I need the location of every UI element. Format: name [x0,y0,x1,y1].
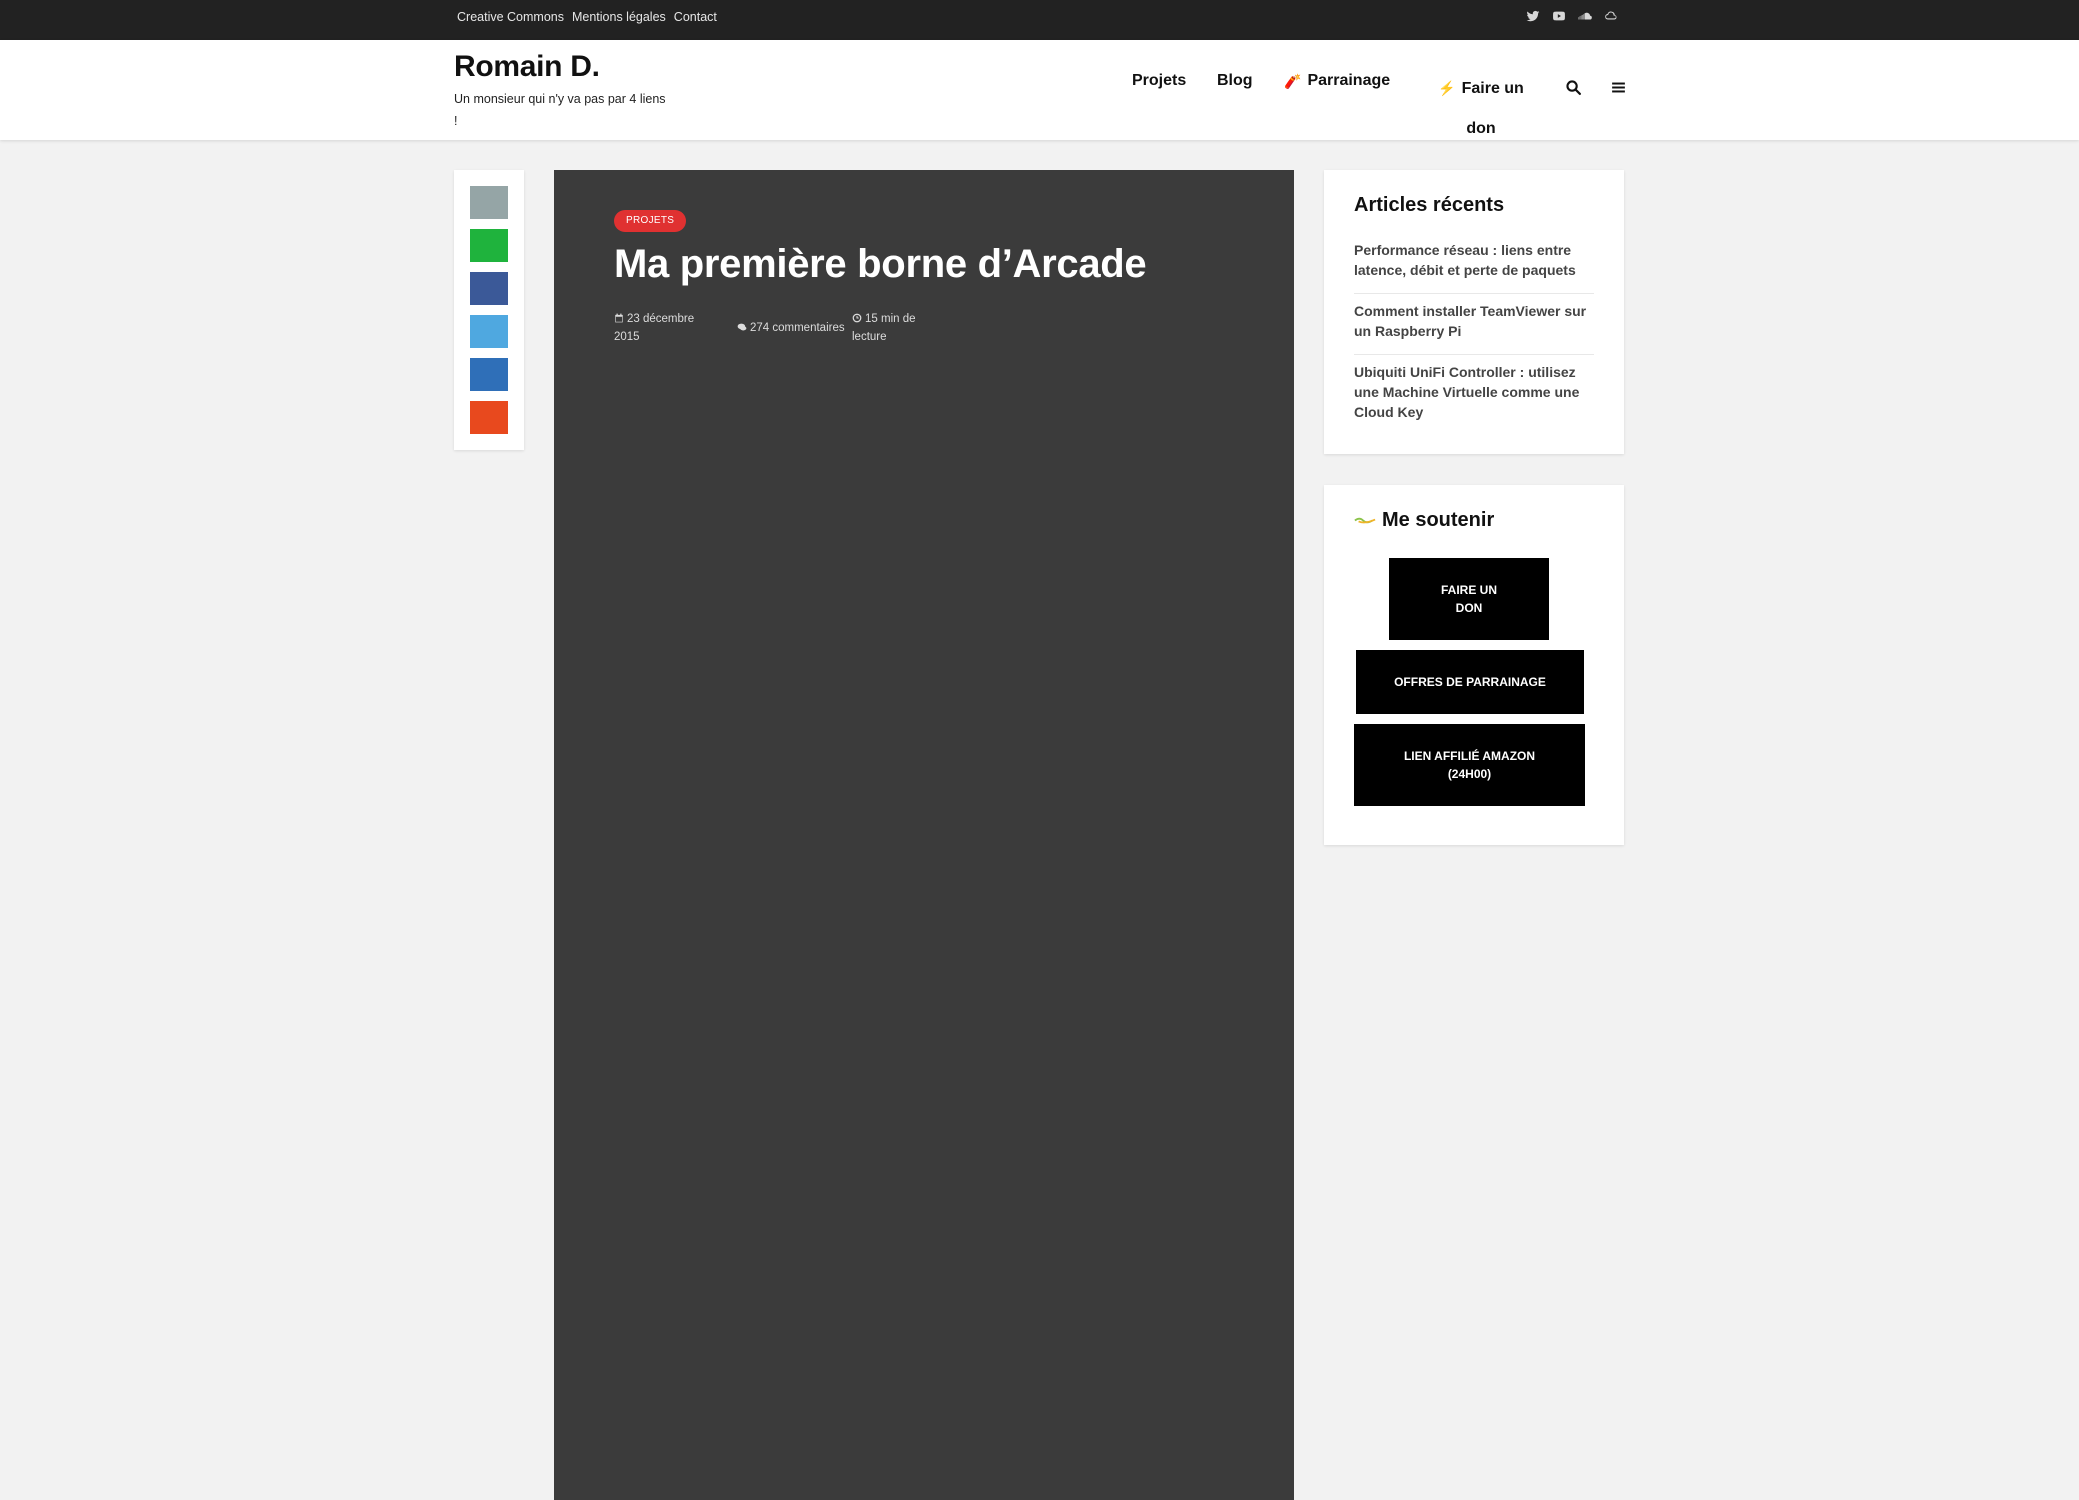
share-bar [454,170,524,450]
donate-button[interactable]: FAIRE UN DON [1389,558,1549,640]
divider [1354,293,1594,294]
social-links [1525,8,1619,24]
nav-don-label: Faire un don [1461,80,1524,137]
nav-projets[interactable]: Projets [1132,72,1186,90]
share-generic-button[interactable] [470,186,508,219]
clock-icon [852,313,862,323]
amazon-affiliate-button[interactable]: LIEN AFFILIÉ AMAZON (24H00) [1354,724,1585,806]
support-title-row: Me soutenir [1354,509,1494,532]
post-date: 23 décembre 2015 [614,310,709,346]
support-title: Me soutenir [1382,509,1495,531]
menu-icon[interactable] [1609,78,1627,96]
nav-blog[interactable]: Blog [1217,72,1253,90]
category-badge[interactable]: PROJETS [614,210,687,232]
lightning-icon: ⚡ [1438,80,1456,96]
article-hero: PROJETS Ma première borne d’Arcade 23 dé… [554,170,1294,1500]
share-twitter-button[interactable] [470,315,508,348]
recent-posts-title: Articles récents [1354,194,1505,216]
share-whatsapp-button[interactable] [470,229,508,262]
handshake-icon [1354,517,1376,524]
site-header [0,40,2079,140]
link-mentions-legales[interactable]: Mentions légales [572,10,666,24]
post-reading-time: 15 min de lecture [852,310,932,346]
post-comments[interactable]: 274 commentaires [737,319,857,337]
link-contact[interactable]: Contact [674,10,717,24]
recent-post-link[interactable]: Performance réseau : liens entre latence… [1354,240,1594,280]
post-title: Ma première borne d’Arcade [614,242,1147,286]
firecracker-icon: 🧨 [1284,72,1302,89]
support-widget: Me soutenir FAIRE UN DON OFFRES DE PARRA… [1324,485,1624,845]
link-creative-commons[interactable]: Creative Commons [457,10,564,24]
recent-post-link[interactable]: Ubiquiti UniFi Controller : utilisez une… [1354,362,1594,422]
nav-parrainage-label: Parrainage [1307,72,1391,89]
donate-button-label: FAIRE UN DON [1440,583,1497,615]
site-title[interactable]: Romain D. [454,50,600,84]
top-bar: Creative Commons Mentions légales Contac… [0,0,2079,40]
nav-parrainage[interactable]: 🧨 Parrainage [1284,72,1390,90]
soundcloud-icon[interactable] [1577,8,1593,24]
site-tagline: Un monsieur qui n'y va pas par 4 liens ! [454,92,666,128]
post-date-text: 23 décembre 2015 [614,313,695,343]
divider [1354,354,1594,355]
youtube-icon[interactable] [1551,8,1567,24]
share-facebook-button[interactable] [470,272,508,305]
recent-post-link[interactable]: Comment installer TeamViewer sur un Rasp… [1354,301,1594,341]
share-linkedin-button[interactable] [470,358,508,391]
nav-faire-un-don[interactable]: ⚡ Faire un don [1436,68,1526,149]
search-icon[interactable] [1564,78,1582,96]
referral-offers-button[interactable]: OFFRES DE PARRAINAGE [1356,650,1584,714]
amazon-affiliate-label: LIEN AFFILIÉ AMAZON (24H00) [1403,749,1536,781]
post-comments-text: 274 commentaires [750,322,845,334]
calendar-icon [615,313,623,323]
share-reddit-button[interactable] [470,401,508,434]
recent-posts-widget: Articles récents Performance réseau : li… [1324,170,1624,454]
comments-icon [737,323,747,331]
cloud-icon[interactable] [1603,8,1619,24]
twitter-icon[interactable] [1525,8,1541,24]
top-links: Creative Commons Mentions légales Contac… [457,10,717,24]
